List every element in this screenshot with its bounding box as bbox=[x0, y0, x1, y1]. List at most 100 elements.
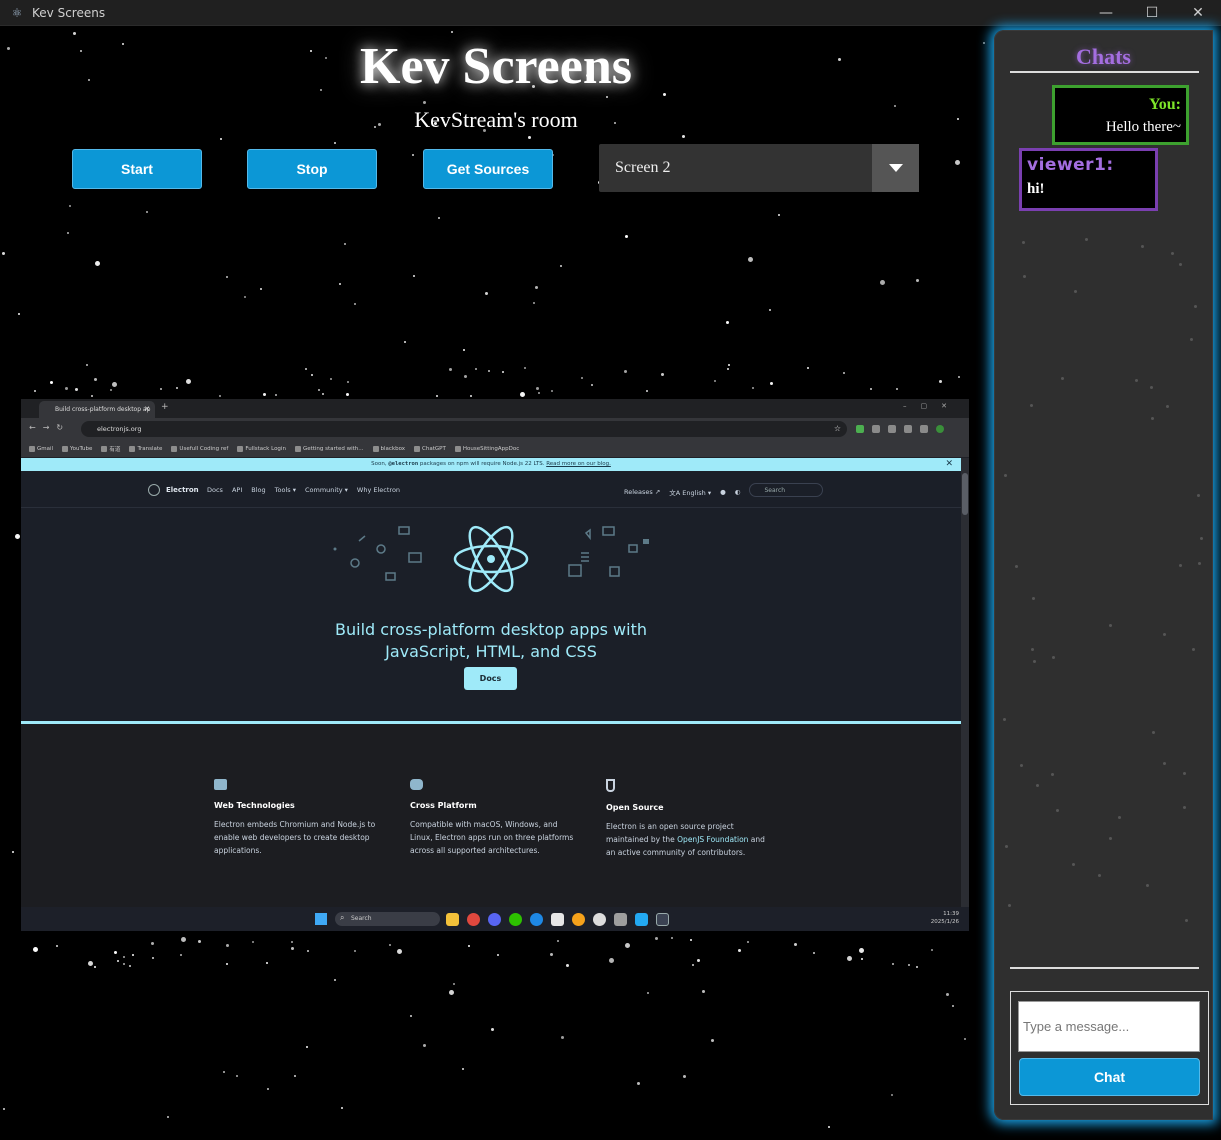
feature-text: Electron embeds Chromium and Node.js to … bbox=[214, 820, 376, 855]
preview-tab-title: Build cross-platform desktop ap bbox=[55, 406, 151, 413]
star bbox=[690, 939, 692, 941]
bookmark-item: 有道 bbox=[101, 445, 120, 453]
message-sender: You: bbox=[1148, 96, 1181, 113]
main-stage: Kev Screens KevStream's room Start Stop … bbox=[0, 27, 992, 1140]
chat-footer-divider bbox=[1010, 967, 1199, 969]
banner-code: @electron bbox=[388, 461, 419, 467]
source-select[interactable]: Screen 2 bbox=[599, 144, 919, 192]
star bbox=[1020, 764, 1023, 767]
star bbox=[1118, 816, 1121, 819]
bookmark-star-icon: ☆ bbox=[833, 424, 841, 433]
stop-button[interactable]: Stop bbox=[247, 149, 377, 189]
star bbox=[1194, 305, 1197, 308]
star bbox=[1109, 624, 1112, 627]
preview-bookmarks-bar: Gmail YouTube 有道 Translate Usefull Codin… bbox=[21, 440, 969, 457]
star bbox=[260, 288, 262, 290]
star bbox=[354, 950, 356, 952]
preview-site-name: Electron bbox=[166, 486, 199, 494]
star bbox=[661, 373, 664, 376]
star bbox=[727, 368, 729, 370]
caret-down-icon[interactable] bbox=[872, 144, 919, 192]
preview-hero-text: Build cross-platform desktop apps with J… bbox=[21, 619, 961, 663]
preview-nav-link: Docs bbox=[207, 486, 223, 494]
bookmark-item: Translate bbox=[129, 446, 162, 452]
star bbox=[606, 96, 608, 98]
star bbox=[413, 275, 415, 277]
room-name: KevStream's room bbox=[414, 107, 578, 132]
star bbox=[397, 949, 402, 954]
star bbox=[347, 381, 349, 383]
star bbox=[167, 1116, 169, 1118]
star bbox=[488, 370, 490, 372]
star bbox=[220, 138, 222, 140]
star bbox=[95, 261, 100, 266]
star bbox=[1135, 379, 1138, 382]
maximize-button[interactable]: ☐ bbox=[1129, 0, 1175, 26]
star bbox=[870, 388, 872, 390]
star bbox=[404, 341, 406, 343]
star bbox=[1031, 648, 1034, 651]
send-chat-button[interactable]: Chat bbox=[1019, 1058, 1200, 1096]
close-button[interactable]: ✕ bbox=[1175, 0, 1221, 26]
preview-nav-link: Tools ▾ bbox=[274, 486, 296, 494]
new-tab-icon: + bbox=[161, 402, 169, 412]
star bbox=[464, 375, 467, 378]
preview-browser-tabbar: Build cross-platform desktop ap ✕ + –▢✕ bbox=[21, 399, 969, 418]
feature-card: Web Technologies Electron embeds Chromiu… bbox=[214, 779, 379, 857]
star bbox=[305, 368, 307, 370]
start-button[interactable]: Start bbox=[72, 149, 202, 189]
star bbox=[769, 309, 771, 311]
star bbox=[1163, 762, 1166, 765]
theme-toggle-icon: ◐ bbox=[734, 487, 741, 496]
star bbox=[1032, 597, 1035, 600]
banner-text: packages on npm will require Node.js 22 … bbox=[418, 461, 547, 467]
star bbox=[3, 1108, 5, 1110]
feature-text: Compatible with macOS, Windows, and Linu… bbox=[410, 820, 574, 855]
preview-nav-icons: ←→↻ bbox=[29, 423, 71, 432]
star bbox=[561, 1036, 564, 1039]
star bbox=[291, 941, 293, 943]
star bbox=[714, 380, 716, 382]
preview-nav-link: Community ▾ bbox=[304, 486, 348, 494]
minimize-button[interactable]: — bbox=[1083, 0, 1129, 26]
star bbox=[497, 954, 499, 956]
taskbar-clock: 11:39 2025/1/26 bbox=[930, 911, 959, 925]
star bbox=[1056, 809, 1059, 812]
preview-url: electronjs.org bbox=[97, 425, 142, 433]
chat-message-input[interactable] bbox=[1018, 1001, 1200, 1052]
star bbox=[581, 377, 583, 379]
windows-start-icon bbox=[315, 913, 327, 925]
preview-features: Web Technologies Electron embeds Chromiu… bbox=[21, 724, 961, 907]
star bbox=[536, 387, 539, 390]
monitor-icon bbox=[214, 779, 227, 790]
star bbox=[341, 1107, 343, 1109]
star bbox=[647, 992, 649, 994]
star bbox=[322, 393, 324, 395]
star bbox=[520, 392, 525, 397]
hero-decor-icons bbox=[333, 526, 649, 581]
star bbox=[538, 392, 540, 394]
star bbox=[1190, 338, 1193, 341]
star bbox=[423, 1044, 426, 1047]
star bbox=[65, 387, 68, 390]
preview-notice-banner: Soon, @electron packages on npm will req… bbox=[21, 458, 961, 471]
star bbox=[1179, 564, 1182, 567]
star bbox=[1192, 648, 1195, 651]
preview-url-field: electronjs.org ☆ bbox=[81, 421, 847, 437]
feature-title: Cross Platform bbox=[410, 801, 477, 810]
star bbox=[778, 214, 780, 216]
star bbox=[551, 390, 553, 392]
star bbox=[1197, 494, 1200, 497]
star bbox=[1109, 837, 1112, 840]
star bbox=[1052, 656, 1055, 659]
feature-card: Open Source Electron is an open source p… bbox=[606, 779, 771, 859]
bookmark-item: Gmail bbox=[29, 446, 53, 452]
screen-preview-video: Build cross-platform desktop ap ✕ + –▢✕ … bbox=[21, 399, 969, 931]
star bbox=[73, 32, 76, 35]
preview-address-bar: ←→↻ electronjs.org ☆ bbox=[21, 418, 969, 440]
fork-icon bbox=[606, 779, 615, 792]
star bbox=[807, 367, 809, 369]
star bbox=[267, 1088, 269, 1090]
get-sources-button[interactable]: Get Sources bbox=[423, 149, 553, 189]
star bbox=[625, 235, 628, 238]
